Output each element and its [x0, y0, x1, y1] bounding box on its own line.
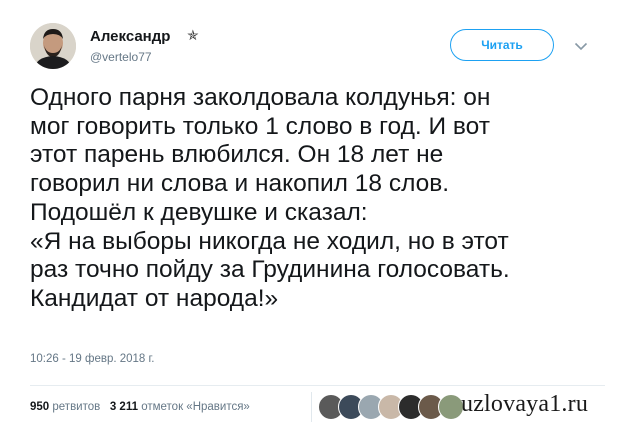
- follow-button-label: Читать: [481, 38, 523, 52]
- tweet-timestamp[interactable]: 10:26 - 19 февр. 2018 г.: [30, 353, 155, 365]
- star-icon: ✯: [187, 27, 199, 43]
- retweets-label[interactable]: ретвитов: [52, 401, 100, 413]
- tweet-stats: 950 ретвитов 3 211 отметок «Нравится»: [30, 401, 250, 413]
- likes-label[interactable]: отметок «Нравится»: [141, 401, 250, 413]
- stats-separator: [311, 392, 312, 422]
- author-handle[interactable]: @vertelo77: [90, 50, 152, 64]
- divider: [30, 385, 605, 386]
- tweet-text: Одного парня заколдовала колдунья: он мо…: [30, 84, 510, 312]
- chevron-down-icon[interactable]: [574, 38, 588, 56]
- author-avatar[interactable]: [30, 23, 76, 69]
- follow-button[interactable]: Читать: [450, 29, 554, 61]
- author-name[interactable]: Александр: [90, 28, 170, 45]
- watermark: uzlovaya1.ru: [461, 391, 589, 417]
- likes-count[interactable]: 3 211: [110, 401, 138, 413]
- retweets-count[interactable]: 950: [30, 401, 49, 413]
